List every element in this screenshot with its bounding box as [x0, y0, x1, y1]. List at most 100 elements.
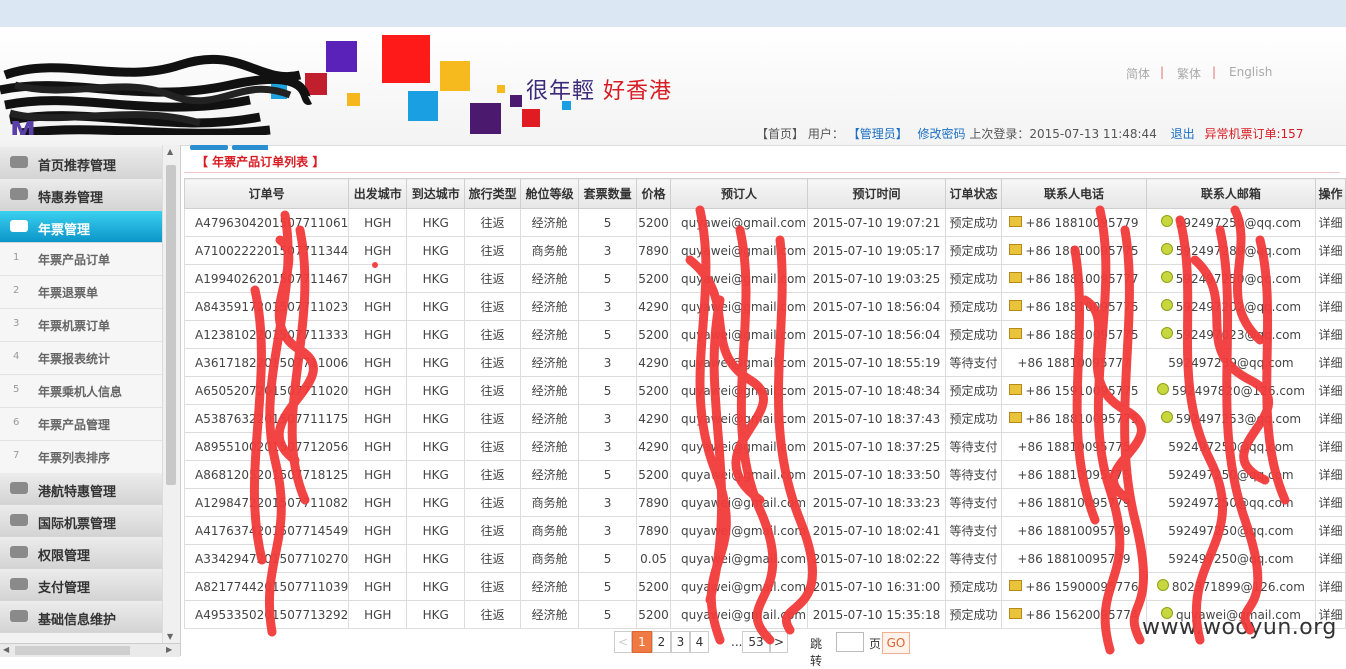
- mail-icon: [1160, 327, 1173, 339]
- logout-link[interactable]: 退出: [1171, 127, 1195, 141]
- cell-action[interactable]: 详细: [1314, 460, 1346, 489]
- cell-text[interactable]: 详细: [1318, 216, 1342, 230]
- cell-action[interactable]: 详细: [1314, 488, 1346, 517]
- cell-text[interactable]: 详细: [1318, 384, 1342, 398]
- cell-action[interactable]: 详细: [1314, 208, 1346, 237]
- cell-order-no: A6505207201507711020: [183, 376, 350, 405]
- cell-text: 2015-07-10 18:48:34: [812, 383, 941, 398]
- sidebar-horizontal-scrollbar[interactable]: ◀ ▶: [0, 643, 180, 657]
- col-arrival[interactable]: 到达城市: [406, 178, 466, 209]
- col-departure[interactable]: 出发城市: [348, 178, 408, 209]
- cell-action[interactable]: 详细: [1314, 292, 1346, 321]
- cell-action[interactable]: 详细: [1314, 544, 1346, 573]
- sidebar-item-payments[interactable]: 支付管理: [0, 569, 162, 601]
- scroll-down-icon[interactable]: ▼: [167, 632, 173, 641]
- col-quantity[interactable]: 套票数量: [578, 178, 638, 209]
- cell-text: +86 18810095775: [1025, 243, 1139, 258]
- cell-text[interactable]: 详细: [1318, 552, 1342, 566]
- sidebar-subitem-sorting[interactable]: 7 年票列表排序: [0, 441, 162, 474]
- go-button[interactable]: GO: [882, 632, 910, 654]
- cell-text[interactable]: 详细: [1318, 244, 1342, 258]
- cell-action[interactable]: 详细: [1314, 572, 1346, 601]
- cell-text: 经济舱: [531, 608, 568, 622]
- prev-page-button[interactable]: <: [614, 631, 632, 653]
- sidebar-item-base-info[interactable]: 基础信息维护: [0, 601, 162, 633]
- scroll-thumb[interactable]: [15, 646, 130, 655]
- col-contact-phone[interactable]: 联系人电话: [1000, 178, 1147, 209]
- cell-action[interactable]: 详细: [1314, 236, 1346, 265]
- cell-text[interactable]: 详细: [1318, 496, 1342, 510]
- lang-english-link[interactable]: English: [1229, 65, 1272, 79]
- cell-action[interactable]: 详细: [1314, 348, 1346, 377]
- sidebar-item-intl-tickets[interactable]: 国际机票管理: [0, 505, 162, 537]
- sidebar-subitem-product-orders[interactable]: 1 年票产品订单: [0, 243, 162, 276]
- cell-status: 等待支付: [945, 348, 1002, 377]
- cell-action[interactable]: 详细: [1314, 264, 1346, 293]
- cell-action[interactable]: 详细: [1314, 320, 1346, 349]
- cell-booking-time: 2015-07-10 19:07:21: [807, 208, 946, 237]
- sidebar-item-home-recommend[interactable]: 首页推荐管理: [0, 147, 162, 179]
- col-trip-type[interactable]: 旅行类型: [464, 178, 522, 209]
- cell-text[interactable]: 详细: [1318, 300, 1342, 314]
- page-4-button[interactable]: 4: [690, 631, 709, 653]
- jump-page-input[interactable]: [836, 632, 864, 652]
- sidebar-vertical-scrollbar[interactable]: ▲ ▼: [162, 145, 179, 643]
- change-password-link[interactable]: 修改密码: [918, 127, 966, 141]
- cell-text[interactable]: 详细: [1318, 412, 1342, 426]
- cell-action[interactable]: 详细: [1314, 404, 1346, 433]
- cell-arrival: HKG: [406, 488, 466, 517]
- col-booker[interactable]: 预订人: [670, 178, 809, 209]
- col-price[interactable]: 价格: [636, 178, 672, 209]
- next-page-button[interactable]: >: [770, 631, 788, 653]
- phone-card-icon: [1009, 215, 1023, 227]
- sidebar-item-permissions[interactable]: 权限管理: [0, 537, 162, 569]
- cell-text: +86 15620095774: [1025, 607, 1139, 622]
- cell-text[interactable]: 详细: [1318, 272, 1342, 286]
- scroll-up-icon[interactable]: ▲: [167, 147, 173, 156]
- cell-text[interactable]: 详细: [1318, 580, 1342, 594]
- cell-text: 5200: [638, 383, 669, 398]
- page-last-button[interactable]: 53: [742, 631, 770, 653]
- cell-text[interactable]: 详细: [1318, 440, 1342, 454]
- scroll-thumb[interactable]: [166, 165, 176, 485]
- title-divider: [184, 172, 1340, 173]
- col-order-no[interactable]: 订单号: [183, 178, 350, 209]
- sidebar-subitem-reports[interactable]: 4 年票报表统计: [0, 342, 162, 375]
- cell-text: A4953350201507713292: [195, 607, 349, 622]
- page-1-button[interactable]: 1: [632, 631, 652, 653]
- cell-text[interactable]: 详细: [1318, 356, 1342, 370]
- sidebar-subitem-products[interactable]: 6 年票产品管理: [0, 408, 162, 441]
- scroll-left-icon[interactable]: ◀: [3, 645, 9, 654]
- abnormal-order-alert[interactable]: 异常机票订单:157: [1205, 127, 1304, 141]
- cell-text: A1298472201507711082: [195, 495, 349, 510]
- cell-action[interactable]: 详细: [1314, 432, 1346, 461]
- page-2-button[interactable]: 2: [652, 631, 671, 653]
- cell-action[interactable]: 详细: [1314, 376, 1346, 405]
- cell-text: 2015-07-10 18:56:04: [812, 327, 941, 342]
- col-cabin[interactable]: 舱位等级: [520, 178, 580, 209]
- cell-text: 592497250@qq.com: [1168, 523, 1294, 538]
- sidebar-subitem-passengers[interactable]: 5 年票乘机人信息: [0, 375, 162, 408]
- cell-text: 经济舱: [531, 272, 568, 286]
- sidebar-item-coupons[interactable]: 特惠券管理: [0, 179, 162, 211]
- col-contact-email[interactable]: 联系人邮箱: [1145, 178, 1316, 209]
- cell-text[interactable]: 详细: [1318, 468, 1342, 482]
- col-booking-time[interactable]: 预订时间: [807, 178, 946, 209]
- cell-contact-phone: +86 15620095774: [1000, 600, 1147, 629]
- col-status[interactable]: 订单状态: [945, 178, 1002, 209]
- user-name[interactable]: 【管理员】: [848, 127, 908, 141]
- cell-action[interactable]: 详细: [1314, 516, 1346, 545]
- lang-simplified-link[interactable]: 简体: [1126, 65, 1150, 82]
- sidebar-item-annual-ticket[interactable]: 年票管理: [0, 211, 162, 243]
- scroll-right-icon[interactable]: ▶: [166, 645, 172, 654]
- cell-text: 2015-07-10 16:31:00: [812, 579, 941, 594]
- lang-traditional-link[interactable]: 繁体: [1177, 65, 1201, 82]
- page-3-button[interactable]: 3: [671, 631, 690, 653]
- cell-text[interactable]: 详细: [1318, 524, 1342, 538]
- cell-text[interactable]: 详细: [1318, 328, 1342, 342]
- sidebar-subitem-flight-orders[interactable]: 3 年票机票订单: [0, 309, 162, 342]
- sidebar-item-port-flight[interactable]: 港航特惠管理: [0, 473, 162, 505]
- sidebar-subitem-refunds[interactable]: 2 年票退票单: [0, 276, 162, 309]
- home-link[interactable]: 【首页】: [756, 127, 804, 141]
- cell-text: 往返: [480, 468, 505, 482]
